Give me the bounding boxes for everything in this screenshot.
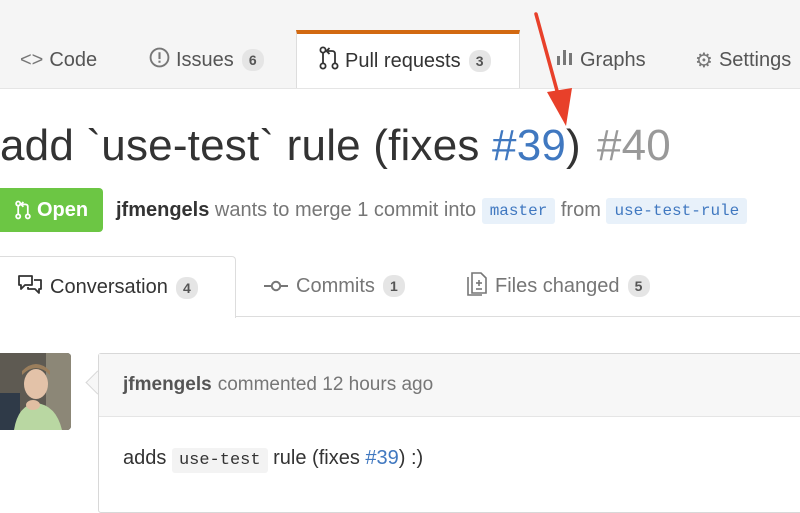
- avatar[interactable]: [0, 353, 71, 430]
- pr-meta: Open jfmengels wants to merge 1 commit i…: [0, 188, 800, 232]
- pr-state-badge: Open: [0, 188, 103, 232]
- repo-tab-graphs-label: Graphs: [580, 48, 646, 71]
- repo-tab-settings-label: Settings: [718, 48, 792, 71]
- pr-title: add `use-test` rule (fixes #39) #40: [0, 118, 671, 174]
- tab-files-changed[interactable]: Files changed 5: [467, 256, 650, 316]
- repo-tab-code-label: Code: [49, 48, 98, 71]
- avatar-photo: [0, 353, 71, 430]
- head-branch[interactable]: use-test-rule: [606, 198, 748, 224]
- tab-conversation[interactable]: Conversation 4: [0, 256, 236, 318]
- git-pull-request-icon: [319, 46, 339, 76]
- comment-text-suffix: ) :): [398, 447, 424, 469]
- pr-number: #40: [596, 121, 671, 170]
- merge-text: wants to merge 1 commit into: [214, 199, 477, 221]
- pr-merge-info: jfmengels wants to merge 1 commit into m…: [116, 198, 748, 224]
- repo-tab-issues-label: Issues: [176, 48, 234, 71]
- repo-tab-settings[interactable]: ⚙ Settings: [695, 40, 791, 80]
- pr-title-text: add `use-test` rule (fixes: [0, 121, 493, 170]
- comment-text-prefix: adds: [123, 447, 167, 469]
- pr-state-label: Open: [36, 198, 89, 221]
- repo-tab-issues[interactable]: Issues 6: [149, 40, 264, 80]
- repo-nav: <> Code Issues 6 Pull requests 3 Graphs …: [0, 0, 800, 89]
- code-icon: <>: [20, 48, 44, 71]
- issues-counter: 6: [241, 49, 264, 71]
- pull-requests-counter: 3: [468, 50, 491, 72]
- repo-tab-code[interactable]: <> Code: [20, 40, 97, 80]
- git-commit-icon: [264, 276, 288, 297]
- tab-files-changed-label: Files changed: [495, 274, 620, 297]
- base-branch[interactable]: master: [481, 198, 556, 224]
- from-text: from: [560, 199, 601, 221]
- diff-icon: [467, 271, 487, 301]
- pr-title-issue-link[interactable]: #39: [492, 121, 566, 170]
- pr-author-link[interactable]: jfmengels: [116, 199, 209, 221]
- files-changed-counter: 5: [627, 275, 650, 297]
- comment-timestamp[interactable]: commented 12 hours ago: [218, 374, 433, 396]
- tab-conversation-label: Conversation: [50, 276, 168, 298]
- issue-opened-icon: [149, 47, 170, 74]
- repo-tab-pull-requests[interactable]: Pull requests 3: [296, 30, 520, 88]
- gear-icon: ⚙: [695, 49, 713, 72]
- tab-commits[interactable]: Commits 1: [264, 256, 405, 316]
- comment-box: jfmengels commented 12 hours ago adds us…: [98, 353, 800, 513]
- conversation-counter: 4: [175, 276, 198, 299]
- repo-tab-graphs[interactable]: Graphs: [556, 40, 646, 80]
- comment-author-link[interactable]: jfmengels: [123, 374, 212, 396]
- comment-discussion-icon: [18, 274, 42, 301]
- pr-title-close-paren: ): [566, 121, 581, 170]
- tab-commits-label: Commits: [296, 274, 375, 297]
- graph-icon: [556, 48, 574, 72]
- comment-text-middle: rule (fixes: [273, 447, 360, 469]
- comment-body: adds use-test rule (fixes #39) :): [99, 417, 800, 473]
- git-pull-request-icon: [15, 200, 31, 220]
- comment-code: use-test: [171, 448, 268, 473]
- repo-tab-pull-requests-label: Pull requests: [345, 49, 461, 72]
- comment-header: jfmengels commented 12 hours ago: [99, 354, 800, 417]
- comment-issue-link[interactable]: #39: [365, 447, 398, 469]
- commits-counter: 1: [382, 275, 405, 297]
